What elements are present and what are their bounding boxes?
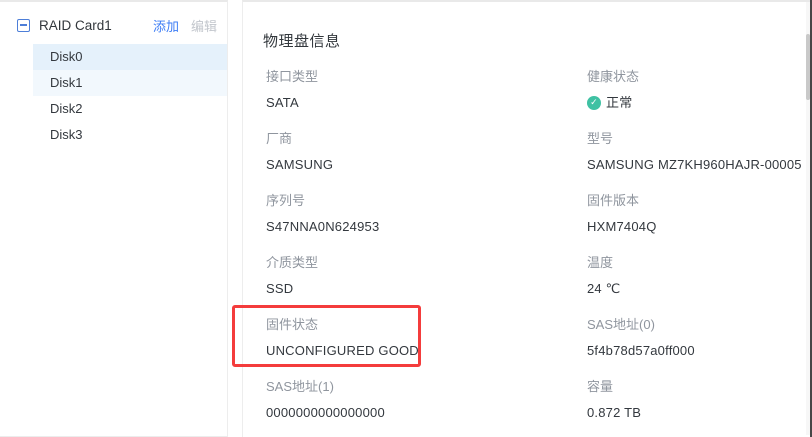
disk-list: Disk0 Disk1 Disk2 Disk3: [33, 44, 227, 148]
field-interface-type: 接口类型 SATA: [266, 68, 587, 111]
field-health-status: 健康状态 ✓ 正常: [587, 68, 810, 111]
field-value: 0.872 TB: [587, 404, 810, 421]
field-label: 厂商: [266, 130, 587, 147]
status-badge: ✓ 正常: [587, 94, 810, 111]
edit-link[interactable]: 编辑: [191, 16, 217, 35]
physical-disk-info-panel: 物理盘信息 接口类型 SATA 健康状态 ✓ 正常 厂商 SAMSUNG 型号 …: [242, 0, 810, 437]
raid-management-page: RAID Card1 添加 编辑 Disk0 Disk1 Disk2 Disk3…: [0, 0, 812, 437]
raid-card-label[interactable]: RAID Card1: [39, 18, 147, 33]
add-link[interactable]: 添加: [153, 16, 179, 35]
field-firmware-state: 固件状态 UNCONFIGURED GOOD: [266, 316, 587, 359]
field-value: 0000000000000000: [266, 404, 587, 421]
field-value: UNCONFIGURED GOOD: [266, 342, 587, 359]
field-label: 型号: [587, 130, 810, 147]
field-firmware-version: 固件版本 HXM7404Q: [587, 192, 810, 235]
field-value: SATA: [266, 94, 587, 111]
sidebar-item-disk3[interactable]: Disk3: [33, 122, 227, 148]
field-value: SSD: [266, 280, 587, 297]
field-label: 固件状态: [266, 316, 587, 333]
field-label: 序列号: [266, 192, 587, 209]
field-grid: 接口类型 SATA 健康状态 ✓ 正常 厂商 SAMSUNG 型号 SAMSUN…: [266, 68, 810, 421]
field-value: 正常: [606, 94, 632, 111]
field-label: 介质类型: [266, 254, 587, 271]
sidebar-item-disk2[interactable]: Disk2: [33, 96, 227, 122]
minus-glyph: [20, 24, 27, 26]
field-label: 接口类型: [266, 68, 587, 85]
field-sas-address-0: SAS地址(0) 5f4b78d57a0ff000: [587, 316, 810, 359]
field-label: 固件版本: [587, 192, 810, 209]
sidebar: RAID Card1 添加 编辑 Disk0 Disk1 Disk2 Disk3: [0, 0, 228, 437]
field-value: SAMSUNG: [266, 156, 587, 173]
field-temperature: 温度 24 ℃: [587, 254, 810, 297]
page-title: 物理盘信息: [263, 30, 810, 51]
field-capacity: 容量 0.872 TB: [587, 378, 810, 421]
field-sas-address-1: SAS地址(1) 0000000000000000: [266, 378, 587, 421]
field-serial-number: 序列号 S47NNA0N624953: [266, 192, 587, 235]
field-media-type: 介质类型 SSD: [266, 254, 587, 297]
sidebar-item-disk1[interactable]: Disk1: [33, 70, 227, 96]
field-value: 24 ℃: [587, 280, 810, 297]
field-value: SAMSUNG MZ7KH960HAJR-00005: [587, 156, 810, 173]
collapse-minus-icon[interactable]: [17, 19, 30, 32]
tree-node-raid-card1: RAID Card1 添加 编辑: [0, 2, 227, 42]
field-model: 型号 SAMSUNG MZ7KH960HAJR-00005: [587, 130, 810, 173]
field-label: SAS地址(0): [587, 316, 810, 333]
field-vendor: 厂商 SAMSUNG: [266, 130, 587, 173]
field-label: SAS地址(1): [266, 378, 587, 395]
field-label: 健康状态: [587, 68, 810, 85]
check-circle-icon: ✓: [587, 96, 601, 110]
field-label: 温度: [587, 254, 810, 271]
field-value: 5f4b78d57a0ff000: [587, 342, 810, 359]
field-value: HXM7404Q: [587, 218, 810, 235]
sidebar-item-disk0[interactable]: Disk0: [33, 44, 227, 70]
field-label: 容量: [587, 378, 810, 395]
field-value: S47NNA0N624953: [266, 218, 587, 235]
